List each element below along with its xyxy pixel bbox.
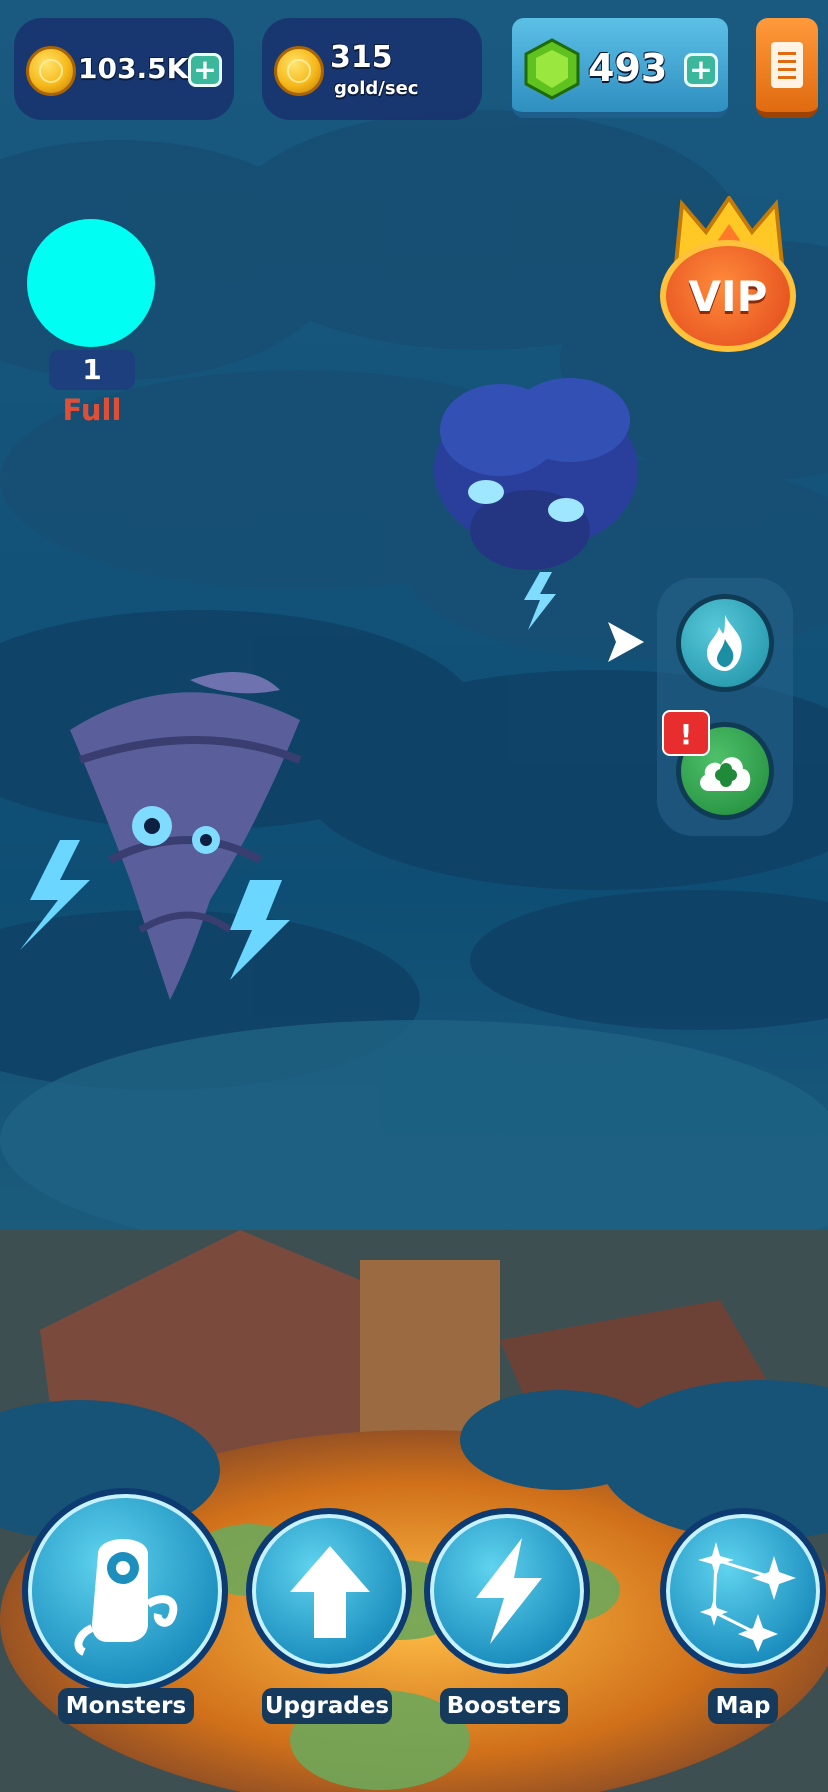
vip-button[interactable]: VIP (660, 240, 796, 352)
upgrades-button[interactable] (246, 1508, 412, 1674)
lightning-icon (476, 1538, 542, 1644)
plus-icon: + (193, 53, 217, 86)
monster-icon (74, 1539, 178, 1656)
fire-boost-button[interactable] (676, 594, 774, 692)
plus-icon: + (689, 53, 713, 86)
monsters-button[interactable] (22, 1488, 228, 1694)
arrow-up-icon (290, 1546, 370, 1638)
notification-badge: ! (662, 710, 710, 756)
gold-amount: 103.5K (78, 52, 189, 85)
star-map-icon (698, 1542, 796, 1652)
gem-amount: 493 (588, 46, 668, 90)
gold-coin-icon (274, 46, 324, 96)
gold-rate-value: 315 (330, 40, 393, 75)
flame-icon (707, 615, 742, 671)
notebook-icon (771, 42, 803, 88)
orb-level: 1 (49, 350, 135, 390)
gem-icon (524, 38, 580, 100)
expand-arrow-icon[interactable] (604, 618, 648, 666)
map-label: Map (708, 1688, 778, 1724)
add-gold-button[interactable]: + (188, 53, 222, 87)
upgrades-label: Upgrades (262, 1688, 392, 1724)
gold-rate-unit: gold/sec (334, 78, 419, 99)
boosters-label: Boosters (440, 1688, 568, 1724)
map-button[interactable] (660, 1508, 826, 1674)
add-gems-button[interactable]: + (684, 53, 718, 87)
boosters-button[interactable] (424, 1508, 590, 1674)
gold-coin-icon (26, 46, 76, 96)
energy-orb[interactable] (27, 219, 155, 347)
vip-label: VIP (688, 271, 768, 321)
orb-status: Full (62, 393, 122, 427)
quest-log-button[interactable] (756, 18, 818, 118)
monsters-label: Monsters (58, 1688, 194, 1724)
